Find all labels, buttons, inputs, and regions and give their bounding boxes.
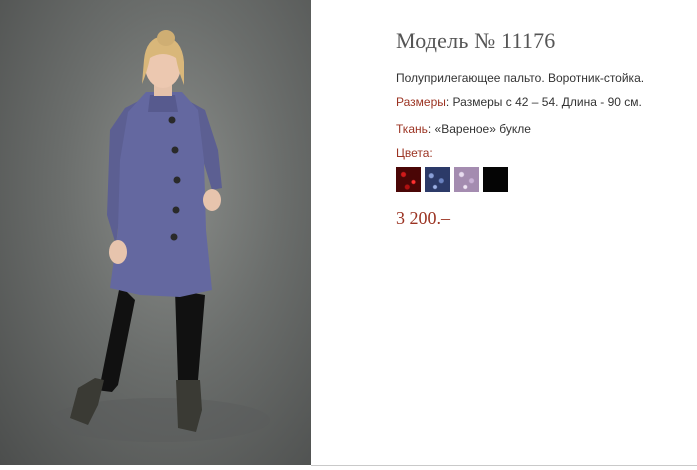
sizes-value: : Размеры с 42 – 54. Длина - 90 см. <box>445 95 642 109</box>
color-swatch-lilac[interactable] <box>454 167 479 192</box>
color-swatch-blue[interactable] <box>425 167 450 192</box>
sizes-row: Размеры: Размеры с 42 – 54. Длина - 90 с… <box>396 95 691 110</box>
fabric-label: Ткань <box>396 122 428 136</box>
color-swatch-red[interactable] <box>396 167 421 192</box>
color-swatch-black[interactable] <box>483 167 508 192</box>
product-title: Модель № 11176 <box>396 28 556 53</box>
product-description: Полуприлегающее пальто. Воротник-стойка. <box>396 71 645 85</box>
sizes-label: Размеры <box>396 95 446 109</box>
fabric-row: Ткань: «Вареное» букле <box>396 122 691 137</box>
fabric-value: : «Вареное» букле <box>427 122 531 136</box>
color-swatches <box>396 167 691 192</box>
colors-label: Цвета: <box>396 146 433 160</box>
product-price: 3 200.– <box>396 208 450 228</box>
bottom-divider <box>311 465 697 466</box>
model-in-coat-illustration <box>50 30 270 442</box>
product-photo <box>0 0 311 465</box>
product-info: Модель № 11176 Полуприлегающее пальто. В… <box>396 28 691 229</box>
